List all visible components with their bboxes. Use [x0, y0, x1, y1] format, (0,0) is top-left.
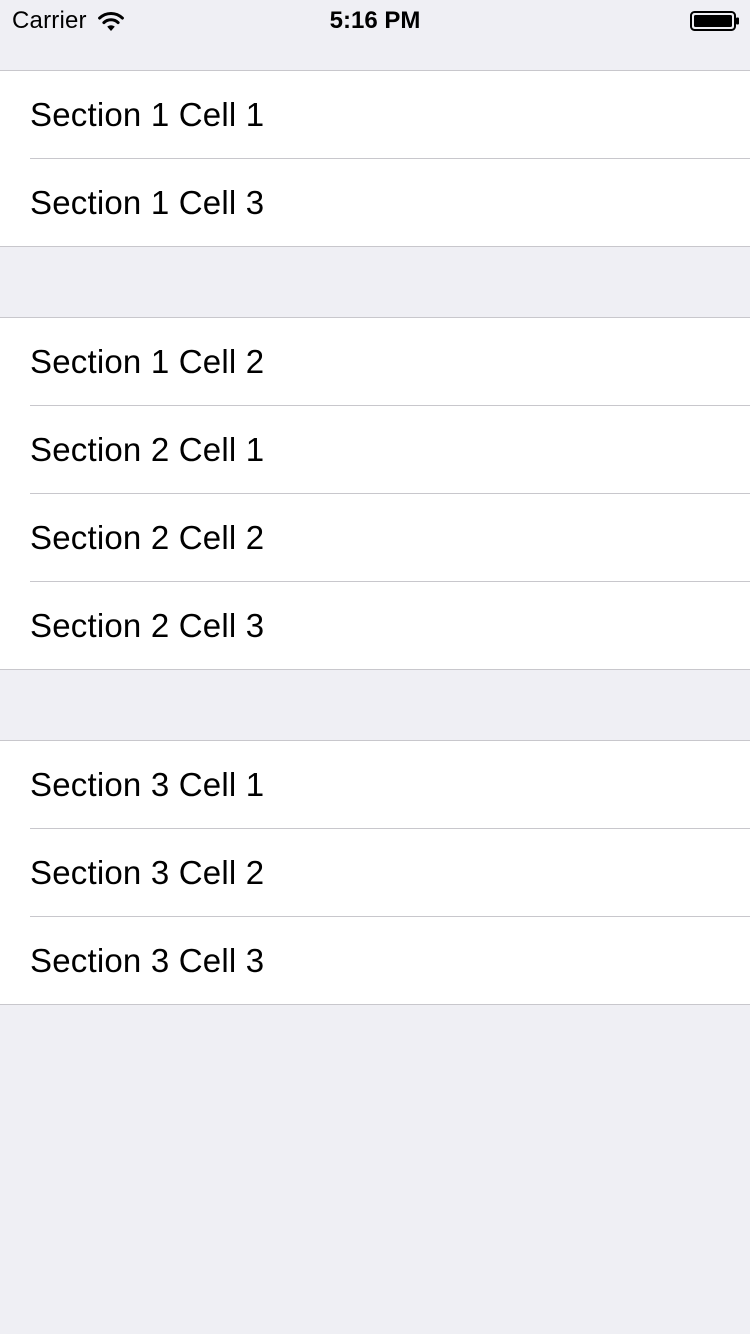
battery-icon [690, 11, 739, 31]
cell-label: Section 3 Cell 2 [30, 853, 265, 891]
cell-label: Section 2 Cell 2 [30, 518, 265, 556]
cell-label: Section 3 Cell 1 [30, 765, 265, 803]
table-row[interactable]: Section 1 Cell 1 [0, 71, 750, 158]
table-row[interactable]: Section 2 Cell 2 [0, 493, 750, 581]
table-row[interactable]: Section 2 Cell 1 [0, 405, 750, 493]
cell-label: Section 2 Cell 1 [30, 430, 265, 468]
table-row[interactable]: Section 2 Cell 3 [0, 581, 750, 669]
cell-label: Section 1 Cell 3 [30, 183, 265, 221]
cell-label: Section 2 Cell 3 [30, 606, 265, 644]
cell-label: Section 3 Cell 3 [30, 941, 265, 979]
status-bar: Carrier 5:16 PM [0, 0, 750, 40]
table-row[interactable]: Section 3 Cell 2 [0, 828, 750, 916]
table-row[interactable]: Section 3 Cell 1 [0, 741, 750, 828]
cell-label: Section 1 Cell 2 [30, 342, 265, 380]
table-section: Section 3 Cell 1 Section 3 Cell 2 Sectio… [0, 740, 750, 1005]
table-row[interactable]: Section 1 Cell 2 [0, 318, 750, 405]
status-time: 5:16 PM [329, 7, 421, 34]
table-row[interactable]: Section 3 Cell 3 [0, 916, 750, 1004]
cell-label: Section 1 Cell 1 [30, 95, 265, 133]
table-section: Section 1 Cell 2 Section 2 Cell 1 Sectio… [0, 317, 750, 670]
table-section: Section 1 Cell 1 Section 1 Cell 3 [0, 70, 750, 247]
table-row[interactable]: Section 1 Cell 3 [0, 158, 750, 246]
grouped-table: Section 1 Cell 1 Section 1 Cell 3 Sectio… [0, 70, 750, 1005]
